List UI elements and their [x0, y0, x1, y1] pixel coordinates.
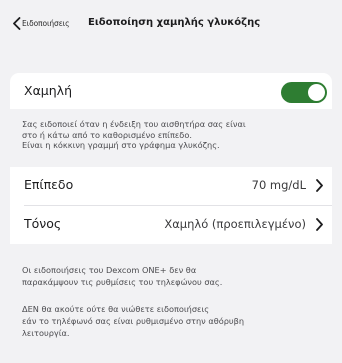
low-glucose-alert-screen: Ειδοποιήσεις Ειδοποίηση χαμηλής γλυκόζης…	[0, 0, 342, 363]
footer-line: ΔΕΝ θα ακούτε ούτε θα νιώθετε ειδοποιήσε…	[22, 304, 210, 314]
alert-settings-group: Επίπεδο 70 mg/dL Τόνος Χαμηλό (προεπιλεγ…	[10, 167, 332, 244]
navigation-bar: Ειδοποιήσεις Ειδοποίηση χαμηλής γλυκόζης	[0, 0, 342, 50]
silent-mode-note: ΔΕΝ θα ακούτε ούτε θα νιώθετε ειδοποιήσε…	[22, 303, 322, 339]
toggle-knob	[308, 84, 325, 101]
back-label: Ειδοποιήσεις	[22, 19, 70, 28]
override-note: Οι ειδοποιήσεις του Dexcom ONE+ δεν θα π…	[22, 264, 322, 288]
tone-label: Τόνος	[24, 216, 62, 231]
description-line: Σας ειδοποιεί όταν η ένδειξη του αισθητή…	[22, 119, 246, 129]
back-button[interactable]: Ειδοποιήσεις	[12, 17, 70, 30]
level-value: 70 mg/dL	[251, 178, 306, 192]
level-row[interactable]: Επίπεδο 70 mg/dL	[10, 167, 332, 205]
tone-value: Χαμηλό (προεπιλεγμένο)	[164, 217, 306, 231]
low-alert-label: Χαμηλή	[24, 83, 72, 98]
footer-line: Οι ειδοποιήσεις του Dexcom ONE+ δεν θα	[22, 265, 197, 275]
chevron-right-icon	[315, 179, 324, 192]
chevron-right-icon	[315, 218, 324, 231]
page-title: Ειδοποίηση χαμηλής γλυκόζης	[88, 17, 261, 28]
description-line: στο ή κάτω από το καθορισμένο επίπεδο.	[22, 129, 192, 140]
low-alert-toggle[interactable]	[281, 82, 327, 103]
chevron-left-icon	[12, 17, 21, 30]
footer-line: εάν το τηλέφωνό σας είναι ρυθμισμένο στη…	[22, 316, 245, 326]
tone-row[interactable]: Τόνος Χαμηλό (προεπιλεγμένο)	[10, 206, 332, 244]
footer-line: λειτουργία.	[22, 328, 70, 338]
low-alert-group: Χαμηλή	[10, 73, 332, 109]
description-line: Είναι η κόκκινη γραμμή στο γράφημα γλυκό…	[22, 140, 220, 150]
level-label: Επίπεδο	[24, 177, 74, 192]
footer-line: παρακάμψουν τις ρυθμίσεις του τηλεφώνου …	[22, 277, 223, 287]
low-alert-description: Σας ειδοποιεί όταν η ένδειξη του αισθητή…	[22, 119, 322, 151]
